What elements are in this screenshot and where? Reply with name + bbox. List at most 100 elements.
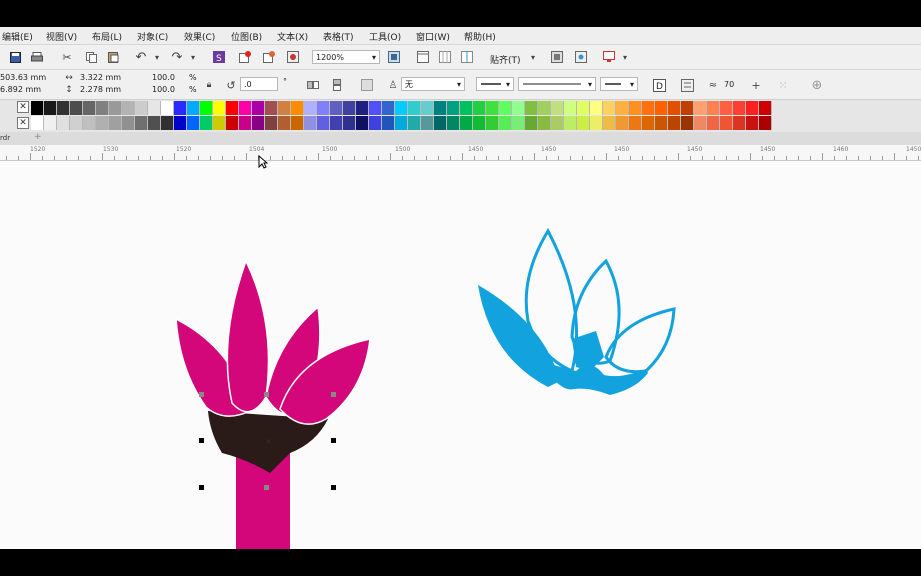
color-swatch[interactable] <box>31 101 44 115</box>
color-swatch[interactable] <box>213 101 226 115</box>
color-swatch[interactable] <box>577 116 590 130</box>
color-swatch[interactable] <box>122 101 135 115</box>
color-swatch[interactable] <box>356 101 369 115</box>
node-handle[interactable] <box>199 392 204 397</box>
color-swatch[interactable] <box>148 101 161 115</box>
color-swatch[interactable] <box>343 116 356 130</box>
color-swatch[interactable] <box>200 116 213 130</box>
color-swatch[interactable] <box>161 116 174 130</box>
scale-x-value[interactable]: 100.0 <box>152 73 175 82</box>
color-swatch[interactable] <box>707 116 720 130</box>
welcome-screen-icon[interactable] <box>602 50 616 64</box>
wrap-text-paragraph-icon[interactable] <box>680 78 694 92</box>
color-swatch[interactable] <box>733 101 746 115</box>
color-swatch[interactable] <box>265 101 278 115</box>
color-swatch[interactable] <box>538 116 551 130</box>
color-swatch[interactable] <box>187 116 200 130</box>
color-swatch[interactable] <box>642 116 655 130</box>
color-swatch[interactable] <box>408 116 421 130</box>
color-swatch[interactable] <box>252 101 265 115</box>
color-swatch[interactable] <box>330 101 343 115</box>
color-swatch[interactable] <box>759 116 772 130</box>
menu-edit[interactable]: 编辑(E) <box>2 30 33 43</box>
color-swatch[interactable] <box>239 116 252 130</box>
color-swatch[interactable] <box>720 116 733 130</box>
select-all-nodes-icon[interactable]: ⊕ <box>810 78 824 93</box>
menu-layout[interactable]: 布局(L) <box>92 30 122 43</box>
color-swatch[interactable] <box>122 116 135 130</box>
color-swatch[interactable] <box>434 101 447 115</box>
close-curve-icon[interactable]: D <box>652 78 666 92</box>
color-swatch[interactable] <box>148 116 161 130</box>
zoom-level-select[interactable]: 1200% ▾ <box>312 50 380 64</box>
start-arrowhead-select[interactable]: ▾ <box>476 77 514 91</box>
show-guidelines-icon[interactable] <box>460 50 474 64</box>
mirror-horizontal-icon[interactable] <box>306 78 320 92</box>
color-swatch[interactable] <box>83 101 96 115</box>
menu-tools[interactable]: 工具(O) <box>369 30 401 43</box>
copy-icon[interactable] <box>84 50 98 64</box>
color-swatch[interactable] <box>499 101 512 115</box>
color-swatch[interactable] <box>590 101 603 115</box>
redo-icon[interactable]: ↷ <box>170 50 184 65</box>
options-icon[interactable] <box>550 50 564 64</box>
redo-dropdown-icon[interactable]: ▾ <box>186 50 200 64</box>
add-tab-icon[interactable]: + <box>34 132 42 142</box>
color-swatch[interactable] <box>564 116 577 130</box>
color-swatch[interactable] <box>603 101 616 115</box>
publish-pdf-icon[interactable] <box>286 50 300 64</box>
node-handle[interactable] <box>331 392 336 397</box>
color-swatch[interactable] <box>564 101 577 115</box>
end-arrowhead-select[interactable]: ▾ <box>600 77 638 91</box>
menu-object[interactable]: 对象(C) <box>137 30 168 43</box>
smoothness-slider-icon[interactable]: + <box>749 78 763 92</box>
color-swatch[interactable] <box>655 101 668 115</box>
color-swatch[interactable] <box>629 116 642 130</box>
color-swatch[interactable] <box>655 116 668 130</box>
color-swatch[interactable] <box>642 101 655 115</box>
color-swatch[interactable] <box>629 101 642 115</box>
color-swatch[interactable] <box>681 116 694 130</box>
color-swatch[interactable] <box>31 116 44 130</box>
color-swatch[interactable] <box>746 101 759 115</box>
color-swatch[interactable] <box>135 101 148 115</box>
color-swatch[interactable] <box>174 116 187 130</box>
color-swatch[interactable] <box>499 116 512 130</box>
selection-handle[interactable] <box>264 485 269 490</box>
color-swatch[interactable] <box>447 101 460 115</box>
no-outline-swatch[interactable]: ✕ <box>17 117 29 129</box>
selection-handle[interactable] <box>331 485 336 490</box>
snap-dropdown-icon[interactable]: ▾ <box>526 50 540 64</box>
color-swatch[interactable] <box>83 116 96 130</box>
color-swatch[interactable] <box>369 116 382 130</box>
color-swatch[interactable] <box>395 101 408 115</box>
color-swatch[interactable] <box>174 101 187 115</box>
color-swatch[interactable] <box>590 116 603 130</box>
no-fill-swatch[interactable]: ✕ <box>17 101 29 113</box>
color-swatch[interactable] <box>96 116 109 130</box>
color-swatch[interactable] <box>434 116 447 130</box>
application-launcher-icon[interactable] <box>574 50 588 64</box>
selection-handle[interactable] <box>331 438 336 443</box>
mirror-vertical-icon[interactable] <box>330 78 344 92</box>
color-swatch[interactable] <box>278 101 291 115</box>
color-swatch[interactable] <box>200 101 213 115</box>
search-content-icon[interactable]: S <box>212 50 226 64</box>
color-swatch[interactable] <box>109 101 122 115</box>
color-swatch[interactable] <box>694 101 707 115</box>
color-swatch[interactable] <box>681 101 694 115</box>
color-swatch[interactable] <box>96 101 109 115</box>
wrap-text-icon[interactable] <box>360 78 374 92</box>
color-swatch[interactable] <box>460 101 473 115</box>
color-swatch[interactable] <box>733 116 746 130</box>
color-swatch[interactable] <box>226 101 239 115</box>
color-swatch[interactable] <box>447 116 460 130</box>
show-rulers-icon[interactable] <box>416 50 430 64</box>
menu-window[interactable]: 窗口(W) <box>416 30 450 43</box>
color-swatch[interactable] <box>538 101 551 115</box>
menu-table[interactable]: 表格(T) <box>323 30 354 43</box>
color-swatch[interactable] <box>278 116 291 130</box>
color-swatch[interactable] <box>161 101 174 115</box>
object-height-value[interactable]: 2.278 mm <box>80 85 121 94</box>
color-swatch[interactable] <box>330 116 343 130</box>
